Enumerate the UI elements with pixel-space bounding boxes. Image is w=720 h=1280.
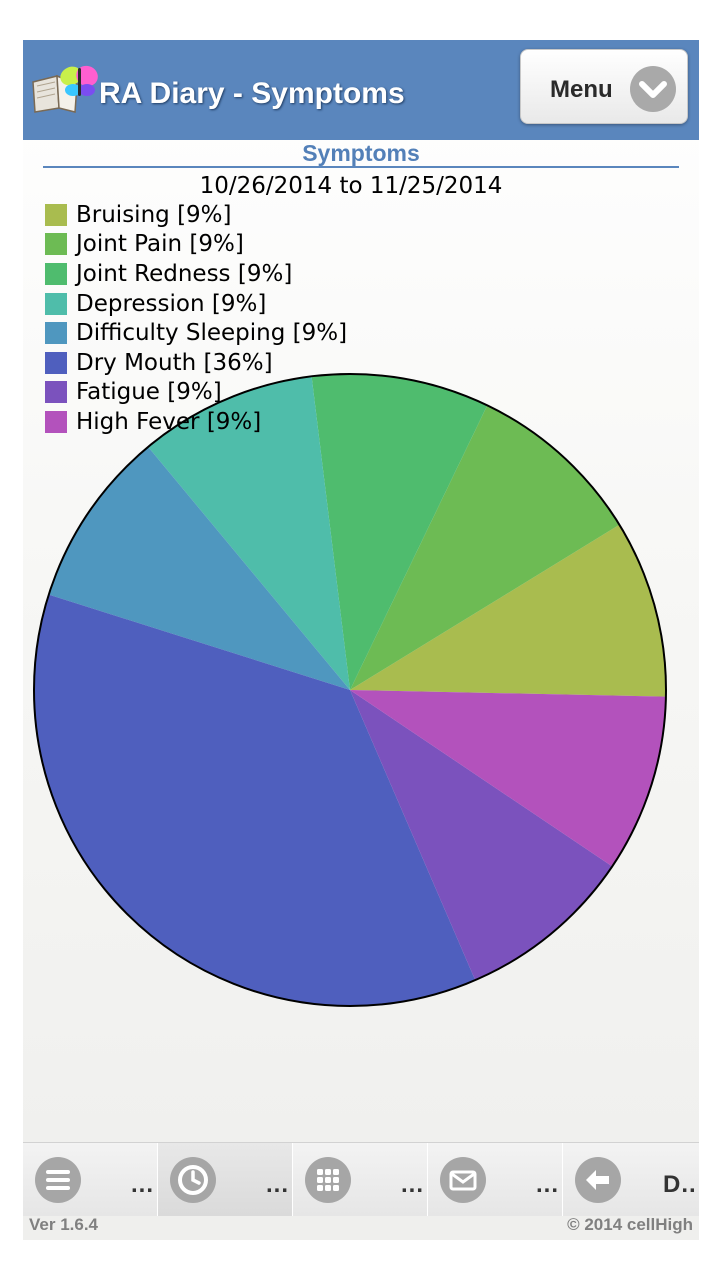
nav-grid-button[interactable]: ...	[293, 1143, 428, 1216]
app-screen: RA Diary - Symptoms Menu Symptoms 10/26/…	[23, 40, 699, 1240]
legend-swatch	[45, 381, 67, 404]
legend-item: Dry Mouth [36%]	[45, 348, 347, 378]
legend-item: Joint Redness [9%]	[45, 259, 347, 289]
legend-label: High Fever [9%]	[76, 408, 262, 435]
legend-swatch	[45, 322, 67, 345]
legend-label: Joint Redness [9%]	[76, 260, 293, 287]
grid-icon	[305, 1157, 351, 1203]
legend-item: Joint Pain [9%]	[45, 230, 347, 260]
back-arrow-icon	[575, 1157, 621, 1203]
legend-label: Fatigue [9%]	[76, 379, 222, 406]
legend-item: High Fever [9%]	[45, 407, 347, 437]
nav-back-label: D..	[663, 1171, 697, 1198]
nav-mail-button[interactable]: ...	[428, 1143, 563, 1216]
nav-clock-label: ...	[266, 1171, 290, 1198]
legend-swatch	[45, 351, 67, 374]
legend-label: Difficulty Sleeping [9%]	[76, 320, 348, 347]
legend-swatch	[45, 203, 67, 226]
nav-grid-label: ...	[401, 1171, 425, 1198]
legend-item: Bruising [9%]	[45, 200, 347, 230]
copyright-text: © 2014 cellHigh	[567, 1215, 693, 1234]
version-text: Ver 1.6.4	[29, 1215, 99, 1234]
legend-label: Dry Mouth [36%]	[76, 349, 273, 376]
list-menu-icon	[35, 1157, 81, 1203]
legend-item: Difficulty Sleeping [9%]	[45, 318, 347, 348]
nav-mail-label: ...	[536, 1171, 560, 1198]
legend-swatch	[45, 292, 67, 315]
nav-list-label: ...	[131, 1171, 155, 1198]
chart-legend: Bruising [9%] Joint Pain [9%] Joint Rednes…	[45, 200, 347, 437]
legend-swatch	[45, 233, 67, 256]
nav-list-button[interactable]: ...	[23, 1143, 158, 1216]
legend-item: Fatigue [9%]	[45, 378, 347, 408]
legend-label: Joint Pain [9%]	[76, 231, 244, 258]
clock-icon	[170, 1157, 216, 1203]
legend-item: Depression [9%]	[45, 289, 347, 319]
legend-swatch	[45, 262, 67, 285]
bottom-nav-bar: ... ... ... ... D..	[23, 1142, 699, 1216]
nav-back-button[interactable]: D..	[563, 1143, 698, 1216]
legend-swatch	[45, 410, 67, 433]
mail-icon	[440, 1157, 486, 1203]
footer: Ver 1.6.4 © 2014 cellHigh	[23, 1215, 699, 1240]
legend-label: Depression [9%]	[76, 290, 267, 317]
nav-clock-button[interactable]: ...	[158, 1143, 293, 1216]
legend-label: Bruising [9%]	[76, 201, 232, 228]
